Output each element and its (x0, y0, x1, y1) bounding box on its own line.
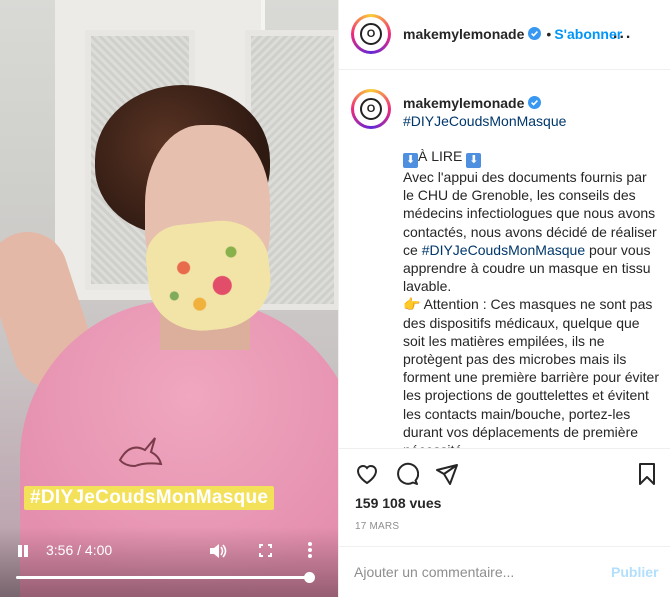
video-progress-bar[interactable] (16, 572, 315, 583)
hashtag-overlay: #DIYJeCoudsMonMasque (24, 486, 275, 510)
view-count[interactable]: 159 108 vues (355, 495, 441, 511)
bookmark-icon[interactable] (635, 462, 659, 486)
heart-icon[interactable] (355, 462, 379, 486)
more-options-icon[interactable]: ... (613, 26, 632, 42)
video-more-icon[interactable] (307, 541, 313, 559)
publish-button[interactable]: Publier (611, 564, 658, 580)
post-panel: O makemylemonade • S'abonner ... O makemyl… (338, 0, 670, 597)
header-username[interactable]: makemylemonade (403, 26, 524, 42)
avatar[interactable]: O (351, 14, 391, 54)
comment-input[interactable] (354, 564, 594, 580)
caption-paragraph-2: Attention : Ces masques ne sont pas des … (403, 296, 660, 448)
bird-embroidery-icon (115, 432, 165, 480)
verified-badge-icon (528, 27, 542, 40)
comment-section: Publier (339, 546, 670, 597)
down-arrow-icon: ⬇ (466, 153, 482, 168)
lemonade-logo-icon: O (360, 98, 382, 120)
post-date: 17 MARS (355, 521, 400, 532)
caption-username[interactable]: makemylemonade (403, 95, 524, 111)
lemonade-logo-icon: O (360, 23, 382, 45)
caption-text: ⬇ À LIRE ⬇ Avec l'appui des documents fou… (403, 147, 661, 448)
video-controls (0, 527, 338, 597)
video-progress-fill (16, 576, 309, 579)
comment-icon[interactable] (395, 462, 420, 486)
header-separator: • (546, 26, 552, 42)
caption-inline-hashtag[interactable]: #DIYJeCoudsMonMasque (422, 242, 585, 258)
video-player[interactable]: #DIYJeCoudsMonMasque 3:56 / 4:00 (0, 0, 338, 597)
post-header: O makemylemonade • S'abonner ... (339, 0, 670, 70)
down-arrow-icon: ⬇ (403, 153, 418, 168)
read-label: À LIRE (418, 148, 463, 164)
pause-icon[interactable] (17, 545, 29, 557)
caption-area: O makemylemonade #DIYJeCoudsMonMasque ⬇ À… (339, 71, 670, 448)
caption-hashtag[interactable]: #DIYJeCoudsMonMasque (403, 113, 566, 129)
caption-user: makemylemonade (403, 95, 542, 113)
video-timecode: 3:56 / 4:00 (46, 542, 113, 558)
share-icon[interactable] (435, 462, 459, 486)
video-progress-handle[interactable] (303, 572, 315, 583)
header-user: makemylemonade • S'abonner (403, 26, 622, 42)
fullscreen-icon[interactable] (259, 544, 272, 557)
volume-icon[interactable] (209, 543, 227, 559)
caption-avatar[interactable]: O (351, 89, 391, 129)
action-bar: 159 108 vues 17 MARS (339, 448, 670, 546)
pointing-finger-icon: 👉 (403, 296, 421, 313)
verified-badge-icon (528, 96, 542, 109)
